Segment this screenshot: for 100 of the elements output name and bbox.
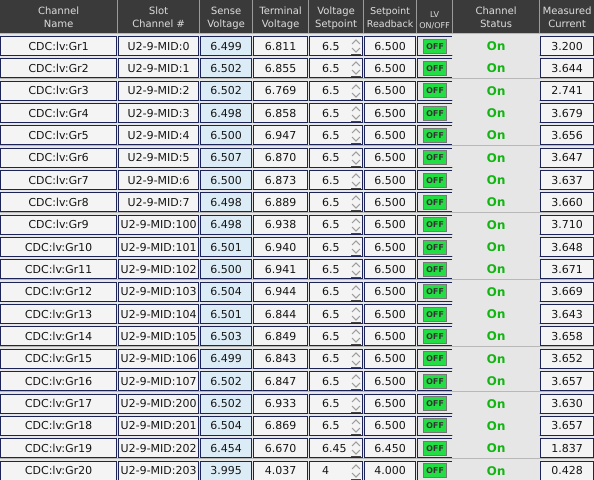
setpoint-spinner[interactable]: 6.5 <box>309 282 363 302</box>
setpoint-readback: 4.000 <box>364 460 416 480</box>
spinner-arrows-icon[interactable] <box>351 394 361 412</box>
spinner-arrows-icon[interactable] <box>351 238 361 256</box>
spinner-arrows-icon[interactable] <box>351 282 361 301</box>
channel-name: CDC:lv:Gr11 <box>0 259 117 280</box>
spinner-arrows-icon[interactable] <box>351 171 361 190</box>
setpoint-spinner[interactable]: 6.5 <box>309 125 363 146</box>
lv-toggle-button[interactable]: OFF <box>423 217 447 232</box>
terminal-voltage: 6.933 <box>253 394 308 414</box>
setpoint-spinner[interactable]: 6.5 <box>309 371 363 392</box>
setpoint-spinner[interactable]: 6.5 <box>309 348 363 369</box>
spinner-arrows-icon[interactable] <box>351 305 361 324</box>
setpoint-spinner[interactable]: 6.5 <box>309 170 363 190</box>
spinner-arrows-icon[interactable] <box>351 59 361 78</box>
lv-toggle-button[interactable]: OFF <box>423 38 447 54</box>
lv-toggle-button[interactable]: OFF <box>423 172 447 188</box>
spinner-arrows-icon[interactable] <box>351 126 361 144</box>
setpoint-spinner[interactable]: 6.5 <box>309 148 363 168</box>
setpoint-spinner[interactable]: 6.5 <box>309 237 363 258</box>
lv-toggle-button[interactable]: OFF <box>423 306 447 322</box>
setpoint-spinner[interactable]: 6.5 <box>309 326 363 346</box>
spinner-arrows-icon[interactable] <box>351 350 361 368</box>
terminal-voltage: 6.849 <box>253 326 308 346</box>
lv-toggle-button[interactable]: OFF <box>423 328 447 344</box>
slot-channel: U2-9-MID:104 <box>118 304 199 324</box>
setpoint-readback: 6.500 <box>364 371 416 392</box>
setpoint-readback: 6.500 <box>364 103 416 124</box>
setpoint-spinner[interactable]: 4 <box>309 460 363 480</box>
setpoint-spinner[interactable]: 6.5 <box>309 304 363 324</box>
channel-name: CDC:lv:Gr20 <box>0 460 117 480</box>
setpoint-spinner[interactable]: 6.5 <box>309 259 363 280</box>
lv-toggle-button[interactable]: OFF <box>423 83 447 98</box>
setpoint-readback: 6.500 <box>364 58 416 78</box>
measured-current: 2.741 <box>540 80 594 101</box>
column-header: Measured Current <box>540 0 594 33</box>
channel-name: CDC:lv:Gr18 <box>0 416 117 436</box>
column-header: Voltage Setpoint <box>309 0 363 33</box>
lv-toggle-button[interactable]: OFF <box>423 106 447 121</box>
lv-toggle-button[interactable]: OFF <box>423 418 447 434</box>
measured-current: 0.428 <box>540 460 594 480</box>
slot-channel: U2-9-MID:5 <box>118 148 199 168</box>
lv-toggle-button[interactable]: OFF <box>423 262 447 277</box>
setpoint-spinner[interactable]: 6.5 <box>309 58 363 78</box>
spinner-arrows-icon[interactable] <box>351 37 361 55</box>
slot-channel: U2-9-MID:200 <box>118 394 199 414</box>
channel-name: CDC:lv:Gr1 <box>0 36 117 56</box>
lv-toggle-button[interactable]: OFF <box>423 440 447 456</box>
spinner-arrows-icon[interactable] <box>351 148 361 167</box>
sense-voltage: 6.499 <box>200 36 252 56</box>
sense-voltage: 6.502 <box>200 371 252 392</box>
setpoint-readback: 6.500 <box>364 36 416 56</box>
spinner-arrows-icon[interactable] <box>351 372 361 390</box>
slot-channel: U2-9-MID:7 <box>118 192 199 212</box>
sense-voltage: 6.499 <box>200 348 252 369</box>
lv-toggle-button[interactable]: OFF <box>423 396 447 411</box>
spinner-arrows-icon[interactable] <box>351 416 361 435</box>
setpoint-readback: 6.500 <box>364 125 416 146</box>
spinner-arrows-icon[interactable] <box>351 216 361 234</box>
slot-channel: U2-9-MID:203 <box>118 460 199 480</box>
spinner-arrows-icon[interactable] <box>351 439 361 458</box>
sense-voltage: 6.500 <box>200 170 252 190</box>
sense-voltage: 6.501 <box>200 237 252 258</box>
setpoint-spinner[interactable]: 6.5 <box>309 36 363 56</box>
lv-toggle-button[interactable]: OFF <box>423 240 447 255</box>
column-header: Channel Name <box>0 0 117 33</box>
setpoint-readback: 6.500 <box>364 237 416 258</box>
spinner-arrows-icon[interactable] <box>351 462 361 480</box>
setpoint-spinner[interactable]: 6.5 <box>309 416 363 436</box>
lv-toggle-button[interactable]: OFF <box>423 194 447 210</box>
spinner-arrows-icon[interactable] <box>351 260 361 278</box>
setpoint-spinner[interactable]: 6.5 <box>309 394 363 414</box>
slot-channel: U2-9-MID:0 <box>118 36 199 56</box>
setpoint-spinner[interactable]: 6.5 <box>309 192 363 212</box>
spinner-arrows-icon[interactable] <box>351 104 361 122</box>
lv-toggle-button[interactable]: OFF <box>423 150 447 166</box>
column-header: Setpoint Readback <box>364 0 416 33</box>
sense-voltage: 6.502 <box>200 80 252 101</box>
setpoint-spinner[interactable]: 6.45 <box>309 438 363 458</box>
terminal-voltage: 6.769 <box>253 80 308 101</box>
spinner-arrows-icon[interactable] <box>351 327 361 346</box>
measured-current: 3.658 <box>540 326 594 346</box>
lv-toggle-button[interactable]: OFF <box>423 284 447 300</box>
lv-toggle-button[interactable]: OFF <box>423 374 447 389</box>
sense-voltage: 6.503 <box>200 326 252 346</box>
lv-toggle-button[interactable]: OFF <box>423 60 447 76</box>
slot-channel: U2-9-MID:107 <box>118 371 199 392</box>
setpoint-spinner[interactable]: 6.5 <box>309 103 363 124</box>
setpoint-spinner[interactable]: 6.5 <box>309 214 363 235</box>
lv-toggle-button[interactable]: OFF <box>423 463 447 478</box>
measured-current: 3.656 <box>540 125 594 146</box>
terminal-voltage: 6.870 <box>253 148 308 168</box>
slot-channel: U2-9-MID:103 <box>118 282 199 302</box>
spinner-arrows-icon[interactable] <box>351 193 361 212</box>
setpoint-spinner[interactable]: 6.5 <box>309 80 363 101</box>
setpoint-readback: 6.500 <box>364 259 416 280</box>
slot-channel: U2-9-MID:2 <box>118 80 199 101</box>
spinner-arrows-icon[interactable] <box>351 82 361 100</box>
lv-toggle-button[interactable]: OFF <box>423 351 447 366</box>
lv-toggle-button[interactable]: OFF <box>423 128 447 143</box>
